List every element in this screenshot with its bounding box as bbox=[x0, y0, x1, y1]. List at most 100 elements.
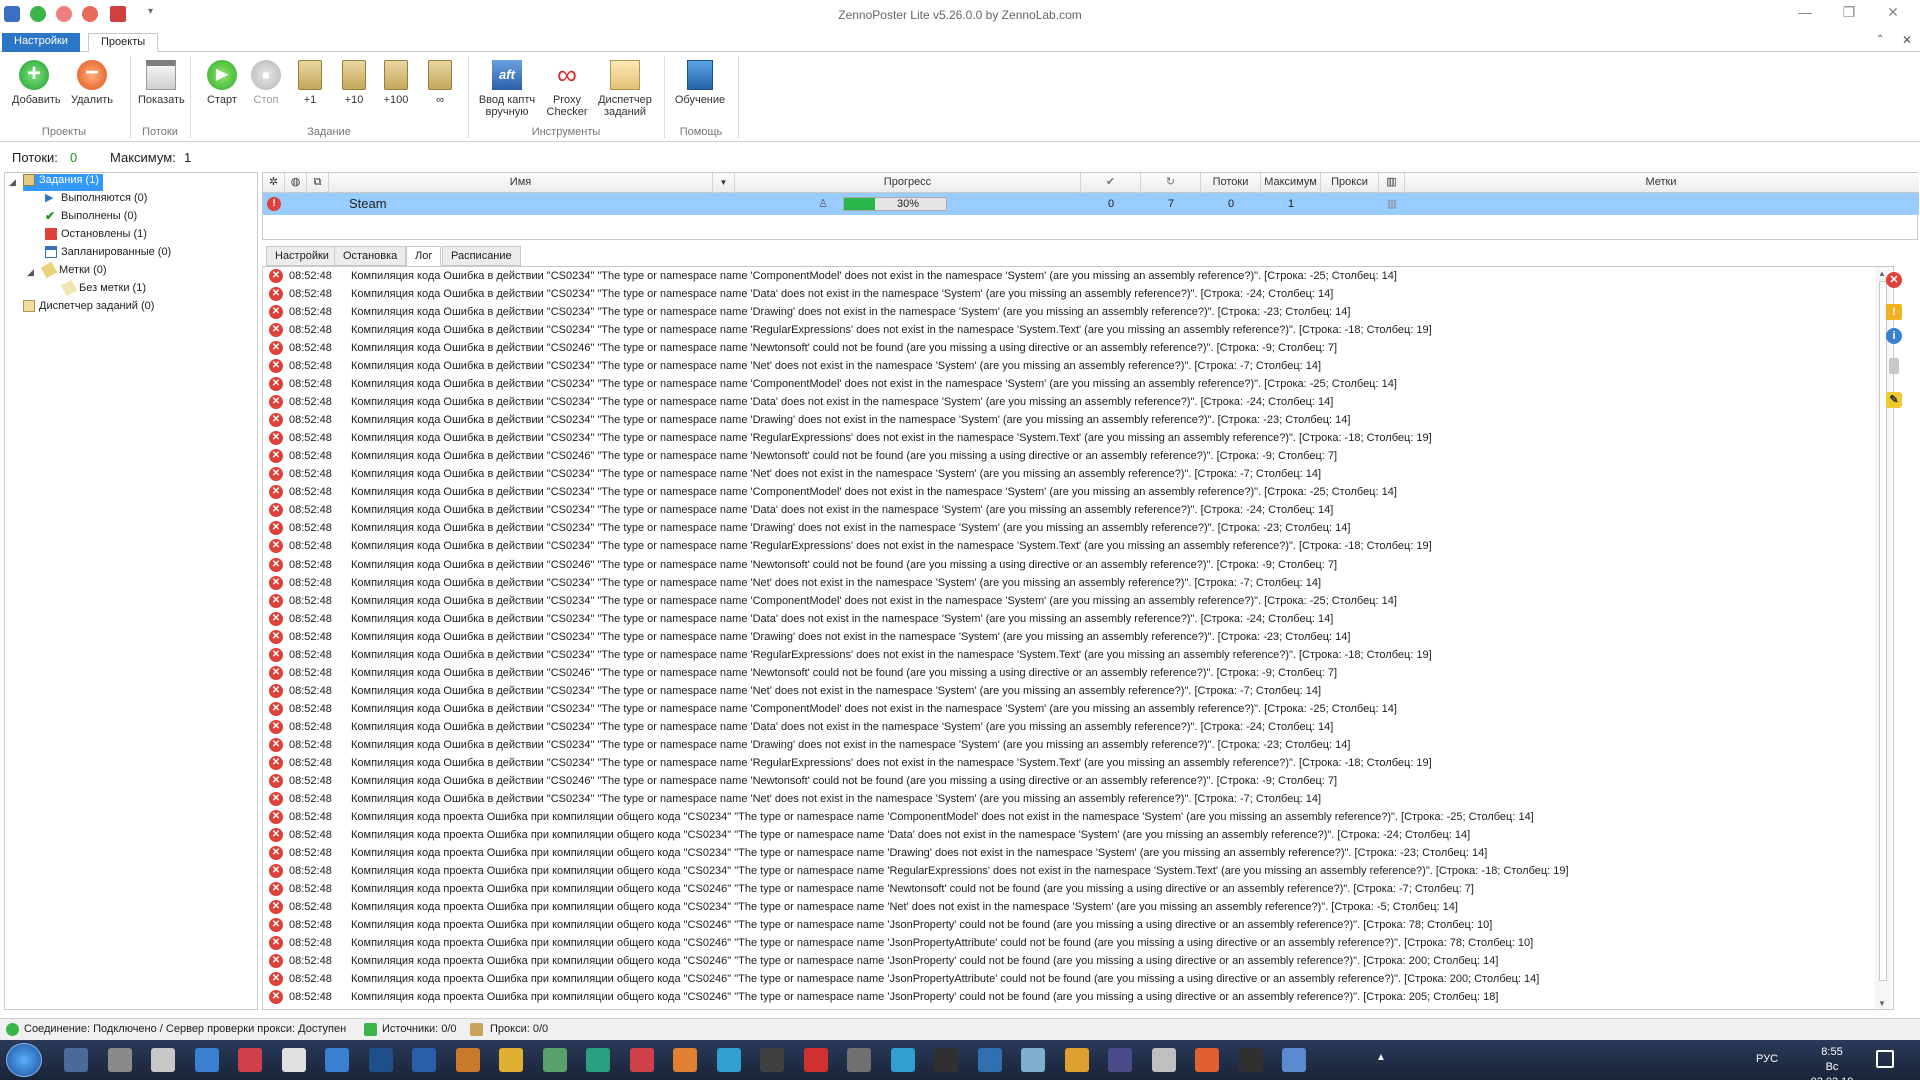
taskbar-app-icon[interactable] bbox=[455, 1048, 480, 1072]
log-row[interactable]: ✕ 08:52:48 Компиляция кода Ошибка в действ… bbox=[263, 682, 1863, 700]
col-threads[interactable]: Потоки bbox=[1201, 173, 1261, 193]
add-button[interactable]: + Добавить bbox=[12, 58, 61, 106]
minimize-button[interactable]: — bbox=[1790, 4, 1820, 20]
log-row[interactable]: ✕ 08:52:48 Компиляция кода Ошибка в действ… bbox=[263, 646, 1863, 664]
tree-item-tasks[interactable]: Задания (1) bbox=[23, 174, 103, 191]
remove-button[interactable]: − Удалить bbox=[70, 58, 114, 107]
taskbar-app-icon[interactable] bbox=[1195, 1048, 1219, 1072]
taskbar-app-icon[interactable] bbox=[151, 1048, 175, 1072]
log-row[interactable]: ✕ 08:52:48 Компиляция кода проекта Ошибка … bbox=[263, 808, 1863, 826]
task-dispatcher-button[interactable]: Диспетчер заданий bbox=[594, 58, 656, 118]
start-button[interactable]: ▶ Старт bbox=[200, 58, 244, 106]
taskbar-app-icon[interactable] bbox=[977, 1048, 1002, 1072]
log-row[interactable]: ✕ 08:52:48 Компиляция кода Ошибка в действ… bbox=[263, 303, 1863, 321]
stop-button[interactable]: ■ Стоп bbox=[244, 58, 288, 106]
error-filter-icon[interactable]: ✕ bbox=[1886, 272, 1902, 288]
col-name-filter-icon[interactable]: ▼ bbox=[713, 173, 735, 193]
log-row[interactable]: ✕ 08:52:48 Компиляция кода Ошибка в действ… bbox=[263, 574, 1863, 592]
tree-item-scheduled[interactable]: Запланированные (0) bbox=[45, 246, 171, 263]
proxy-checker-button[interactable]: ∞ Proxy Checker bbox=[544, 58, 590, 119]
log-row[interactable]: ✕ 08:52:48 Компиляция кода проекта Ошибка … bbox=[263, 952, 1863, 970]
tab-schedule[interactable]: Расписание bbox=[442, 246, 521, 266]
tab-projects[interactable]: Проекты bbox=[88, 33, 159, 52]
log-row[interactable]: ✕ 08:52:48 Компиляция кода Ошибка в действ… bbox=[263, 664, 1863, 682]
scroll-down-icon[interactable]: ▼ bbox=[1878, 999, 1886, 1008]
log-row[interactable]: ✕ 08:52:48 Компиляция кода Ошибка в действ… bbox=[263, 556, 1863, 574]
tab-task-settings[interactable]: Настройки bbox=[266, 246, 338, 266]
language-indicator[interactable]: РУС bbox=[1756, 1053, 1778, 1065]
taskbar-app-icon[interactable] bbox=[629, 1048, 654, 1072]
tab-stop[interactable]: Остановка bbox=[334, 246, 407, 266]
taskbar-app-icon[interactable] bbox=[847, 1048, 871, 1072]
log-row[interactable]: ✕ 08:52:48 Компиляция кода Ошибка в действ… bbox=[263, 790, 1863, 808]
taskbar-app-icon[interactable] bbox=[499, 1048, 523, 1072]
tree-item-running[interactable]: ▶ Выполняются (0) bbox=[45, 192, 147, 209]
taskbar-app-icon[interactable] bbox=[1238, 1048, 1263, 1072]
col-proxy[interactable]: Прокси bbox=[1321, 173, 1379, 193]
col-window-icon[interactable]: ⧉ bbox=[307, 173, 329, 193]
taskbar-app-icon[interactable] bbox=[586, 1048, 610, 1072]
log-row[interactable]: ✕ 08:52:48 Компиляция кода Ошибка в действ… bbox=[263, 267, 1863, 285]
log-row[interactable]: ✕ 08:52:48 Компиляция кода проекта Ошибка … bbox=[263, 826, 1863, 844]
clock[interactable]: 8:55 Вс 03.02.19 bbox=[1804, 1045, 1860, 1080]
tree-item-done[interactable]: ✔ Выполнены (0) bbox=[45, 210, 137, 227]
tree-item-stopped[interactable]: Остановлены (1) bbox=[45, 228, 147, 245]
col-name[interactable]: Имя bbox=[329, 173, 713, 193]
highlight-icon[interactable]: ✎ bbox=[1886, 392, 1902, 408]
taskbar-app-icon[interactable] bbox=[281, 1048, 306, 1072]
taskbar-app-icon[interactable] bbox=[1064, 1048, 1089, 1072]
log-row[interactable]: ✕ 08:52:48 Компиляция кода Ошибка в действ… bbox=[263, 447, 1863, 465]
tree-item-no-label[interactable]: Без метки (1) bbox=[60, 279, 146, 299]
log-row[interactable]: ✕ 08:52:48 Компиляция кода проекта Ошибка … bbox=[263, 844, 1863, 862]
log-row[interactable]: ✕ 08:52:48 Компиляция кода Ошибка в действ… bbox=[263, 537, 1863, 555]
expand-labels-icon[interactable]: ◢ bbox=[27, 267, 34, 278]
log-row[interactable]: ✕ 08:52:48 Компиляция кода Ошибка в действ… bbox=[263, 736, 1863, 754]
taskbar-app-icon[interactable] bbox=[1151, 1048, 1176, 1072]
log-row[interactable]: ✕ 08:52:48 Компиляция кода Ошибка в действ… bbox=[263, 321, 1863, 339]
taskbar-app-icon[interactable] bbox=[194, 1048, 219, 1072]
taskbar-app-icon[interactable] bbox=[1021, 1048, 1045, 1072]
log-row[interactable]: ✕ 08:52:48 Компиляция кода проекта Ошибка … bbox=[263, 898, 1863, 916]
collapse-ribbon-icon[interactable]: ⌃ bbox=[1876, 34, 1884, 45]
col-progress[interactable]: Прогресс bbox=[735, 173, 1081, 193]
info-filter-icon[interactable]: i bbox=[1886, 328, 1902, 344]
log-row[interactable]: ✕ 08:52:48 Компиляция кода Ошибка в действ… bbox=[263, 519, 1863, 537]
taskbar-app-icon[interactable] bbox=[934, 1048, 958, 1072]
log-row[interactable]: ✕ 08:52:48 Компиляция кода Ошибка в действ… bbox=[263, 393, 1863, 411]
log-row[interactable]: ✕ 08:52:48 Компиляция кода Ошибка в действ… bbox=[263, 465, 1863, 483]
log-row[interactable]: ✕ 08:52:48 Компиляция кода проекта Ошибка … bbox=[263, 916, 1863, 934]
log-row[interactable]: ✕ 08:52:48 Компиляция кода Ошибка в действ… bbox=[263, 610, 1863, 628]
log-row[interactable]: ✕ 08:52:48 Компиляция кода Ошибка в действ… bbox=[263, 429, 1863, 447]
taskbar-app-icon[interactable] bbox=[716, 1048, 741, 1072]
log-row[interactable]: ✕ 08:52:48 Компиляция кода проекта Ошибка … bbox=[263, 970, 1863, 988]
clear-log-icon[interactable] bbox=[1889, 358, 1899, 374]
plus1-button[interactable]: +1 bbox=[288, 58, 332, 106]
tree-item-labels[interactable]: Метки (0) bbox=[40, 261, 107, 281]
log-row[interactable]: ✕ 08:52:48 Компиляция кода Ошибка в действ… bbox=[263, 772, 1863, 790]
log-row[interactable]: ✕ 08:52:48 Компиляция кода Ошибка в действ… bbox=[263, 285, 1863, 303]
log-row[interactable]: ✕ 08:52:48 Компиляция кода Ошибка в действ… bbox=[263, 700, 1863, 718]
learning-button[interactable]: Обучение bbox=[670, 58, 730, 106]
log-row[interactable]: ✕ 08:52:48 Компиляция кода Ошибка в действ… bbox=[263, 501, 1863, 519]
taskbar-app-icon[interactable] bbox=[107, 1048, 132, 1072]
tab-settings[interactable]: Настройки bbox=[2, 33, 80, 52]
taskbar-app-icon[interactable] bbox=[368, 1048, 393, 1072]
log-row[interactable]: ✕ 08:52:48 Компиляция кода Ошибка в действ… bbox=[263, 483, 1863, 501]
taskbar-app-icon[interactable] bbox=[1282, 1048, 1306, 1072]
tab-log[interactable]: Лог bbox=[406, 246, 442, 267]
maximize-button[interactable]: ❐ bbox=[1834, 4, 1864, 21]
log-row[interactable]: ✕ 08:52:48 Компиляция кода Ошибка в действ… bbox=[263, 718, 1863, 736]
notifications-icon[interactable] bbox=[1876, 1050, 1894, 1068]
plus100-button[interactable]: +100 bbox=[374, 58, 418, 106]
taskbar-app-icon[interactable] bbox=[673, 1048, 697, 1072]
col-priority-icon[interactable]: ✲ bbox=[263, 173, 285, 193]
log-row[interactable]: ✕ 08:52:48 Компиляция кода Ошибка в действ… bbox=[263, 357, 1863, 375]
col-tags[interactable]: Метки bbox=[1405, 173, 1917, 193]
taskbar-app-icon[interactable] bbox=[803, 1048, 828, 1072]
log-row[interactable]: ✕ 08:52:48 Компиляция кода Ошибка в действ… bbox=[263, 339, 1863, 357]
taskbar-app-icon[interactable] bbox=[238, 1048, 262, 1072]
log-row[interactable]: ✕ 08:52:48 Компиляция кода проекта Ошибка … bbox=[263, 880, 1863, 898]
close-button[interactable]: ✕ bbox=[1878, 4, 1908, 21]
taskbar-app-icon[interactable] bbox=[890, 1048, 915, 1072]
log-row[interactable]: ✕ 08:52:48 Компиляция кода Ошибка в действ… bbox=[263, 628, 1863, 646]
